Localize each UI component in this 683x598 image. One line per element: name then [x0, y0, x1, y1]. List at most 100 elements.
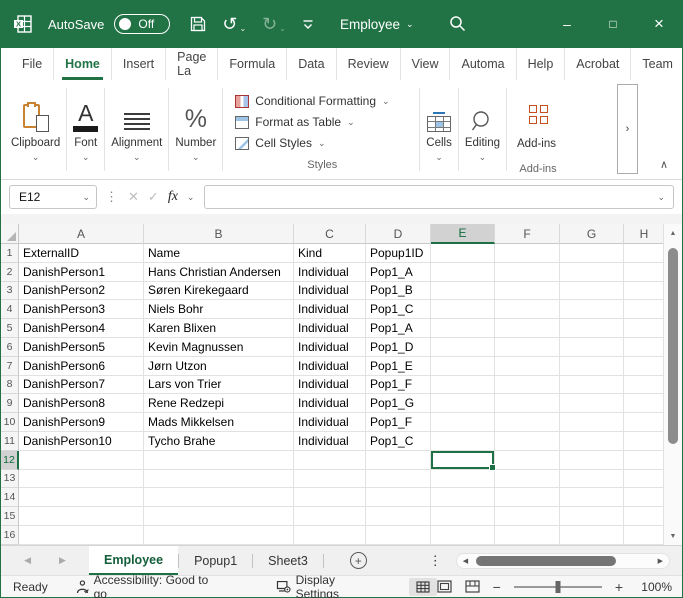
- column-header-C[interactable]: C: [294, 224, 366, 244]
- addins-button-label[interactable]: Add-ins: [517, 138, 559, 150]
- row-header-14[interactable]: 14: [1, 488, 19, 507]
- cell-C13[interactable]: [294, 470, 366, 489]
- ribbon-tab-automa[interactable]: Automa: [449, 48, 515, 80]
- cell-B3[interactable]: Søren Kirekegaard: [144, 282, 294, 301]
- cell-C15[interactable]: [294, 507, 366, 526]
- cell-D16[interactable]: [366, 526, 431, 545]
- cell-E8[interactable]: [431, 376, 495, 395]
- cell-H15[interactable]: [624, 507, 665, 526]
- cell-A9[interactable]: DanishPerson8: [19, 394, 144, 413]
- scroll-up-icon[interactable]: ▲: [664, 224, 682, 242]
- ribbon-tab-acrobat[interactable]: Acrobat: [564, 48, 630, 80]
- cell-G9[interactable]: [560, 394, 624, 413]
- cell-H8[interactable]: [624, 376, 665, 395]
- undo-button[interactable]: ↺ ⌄: [222, 15, 246, 33]
- cell-F1[interactable]: [495, 244, 560, 263]
- cell-H1[interactable]: [624, 244, 665, 263]
- horizontal-scrollbar-thumb[interactable]: [476, 556, 616, 566]
- previous-sheet-icon[interactable]: ◀: [24, 555, 31, 566]
- cell-D8[interactable]: Pop1_F: [366, 376, 431, 395]
- ribbon-tab-home[interactable]: Home: [53, 48, 111, 80]
- cell-A1[interactable]: ExternalID: [19, 244, 144, 263]
- add-sheet-button[interactable]: +: [350, 552, 367, 569]
- name-box[interactable]: E12 ⌄: [9, 185, 97, 209]
- ribbon-tab-formula[interactable]: Formula: [217, 48, 286, 80]
- confirm-entry-button[interactable]: ✓: [148, 189, 159, 205]
- horizontal-scrollbar[interactable]: ◀ ▶: [456, 553, 670, 569]
- cell-E9[interactable]: [431, 394, 495, 413]
- cell-D2[interactable]: Pop1_A: [366, 263, 431, 282]
- cell-E4[interactable]: [431, 300, 495, 319]
- scroll-right-icon[interactable]: ▶: [658, 557, 663, 565]
- column-header-G[interactable]: G: [560, 224, 624, 244]
- cell-G1[interactable]: [560, 244, 624, 263]
- zoom-level[interactable]: 100%: [636, 580, 672, 594]
- row-header-8[interactable]: 8: [1, 376, 19, 395]
- column-header-D[interactable]: D: [366, 224, 431, 244]
- number-group-button[interactable]: % Number ⌄: [169, 80, 222, 179]
- page-layout-view-button[interactable]: [465, 580, 480, 593]
- cell-C1[interactable]: Kind: [294, 244, 366, 263]
- cell-G6[interactable]: [560, 338, 624, 357]
- cell-B7[interactable]: Jørn Utzon: [144, 357, 294, 376]
- cell-H9[interactable]: [624, 394, 665, 413]
- cell-E5[interactable]: [431, 319, 495, 338]
- cell-G12[interactable]: [560, 451, 624, 470]
- cell-F13[interactable]: [495, 470, 560, 489]
- cell-A11[interactable]: DanishPerson10: [19, 432, 144, 451]
- clipboard-group-button[interactable]: Clipboard ⌄: [5, 80, 66, 179]
- cell-F7[interactable]: [495, 357, 560, 376]
- ribbon-tab-review[interactable]: Review: [336, 48, 400, 80]
- close-button[interactable]: ×: [636, 0, 682, 48]
- cell-E13[interactable]: [431, 470, 495, 489]
- cancel-entry-button[interactable]: ✕: [128, 189, 139, 205]
- cell-C3[interactable]: Individual: [294, 282, 366, 301]
- cell-C16[interactable]: [294, 526, 366, 545]
- redo-button[interactable]: ↻ ⌄: [262, 15, 286, 33]
- font-group-button[interactable]: A Font ⌄: [67, 80, 104, 179]
- accessibility-status-button[interactable]: Accessibility: Good to go: [76, 573, 224, 598]
- cell-F2[interactable]: [495, 263, 560, 282]
- autosave-toggle[interactable]: Off: [114, 14, 170, 34]
- row-header-9[interactable]: 9: [1, 394, 19, 413]
- ribbon-tab-data[interactable]: Data: [286, 48, 335, 80]
- cell-F3[interactable]: [495, 282, 560, 301]
- cell-F8[interactable]: [495, 376, 560, 395]
- cell-E10[interactable]: [431, 413, 495, 432]
- cell-E15[interactable]: [431, 507, 495, 526]
- cell-F9[interactable]: [495, 394, 560, 413]
- cell-A5[interactable]: DanishPerson4: [19, 319, 144, 338]
- cell-C10[interactable]: Individual: [294, 413, 366, 432]
- cell-D10[interactable]: Pop1_F: [366, 413, 431, 432]
- cell-F10[interactable]: [495, 413, 560, 432]
- cell-B10[interactable]: Mads Mikkelsen: [144, 413, 294, 432]
- cell-G2[interactable]: [560, 263, 624, 282]
- cell-B13[interactable]: [144, 470, 294, 489]
- cell-H13[interactable]: [624, 470, 665, 489]
- cell-G11[interactable]: [560, 432, 624, 451]
- cell-H5[interactable]: [624, 319, 665, 338]
- cell-A8[interactable]: DanishPerson7: [19, 376, 144, 395]
- cell-A16[interactable]: [19, 526, 144, 545]
- cell-C8[interactable]: Individual: [294, 376, 366, 395]
- cell-B11[interactable]: Tycho Brahe: [144, 432, 294, 451]
- cell-C14[interactable]: [294, 488, 366, 507]
- cell-F11[interactable]: [495, 432, 560, 451]
- insert-function-button[interactable]: fx: [168, 189, 178, 205]
- cells-group-button[interactable]: Cells ⌄: [420, 80, 458, 179]
- ribbon-tab-file[interactable]: File: [11, 48, 53, 80]
- row-header-13[interactable]: 13: [1, 470, 19, 489]
- customize-qat-button[interactable]: [302, 19, 314, 30]
- ribbon-tab-insert[interactable]: Insert: [111, 48, 165, 80]
- cell-G10[interactable]: [560, 413, 624, 432]
- cell-C5[interactable]: Individual: [294, 319, 366, 338]
- cell-H16[interactable]: [624, 526, 665, 545]
- cell-H7[interactable]: [624, 357, 665, 376]
- row-header-5[interactable]: 5: [1, 319, 19, 338]
- cell-B4[interactable]: Niels Bohr: [144, 300, 294, 319]
- cell-C12[interactable]: [294, 451, 366, 470]
- cell-A3[interactable]: DanishPerson2: [19, 282, 144, 301]
- row-header-2[interactable]: 2: [1, 263, 19, 282]
- cell-D14[interactable]: [366, 488, 431, 507]
- sheet-tab-sheet3[interactable]: Sheet3: [253, 546, 323, 575]
